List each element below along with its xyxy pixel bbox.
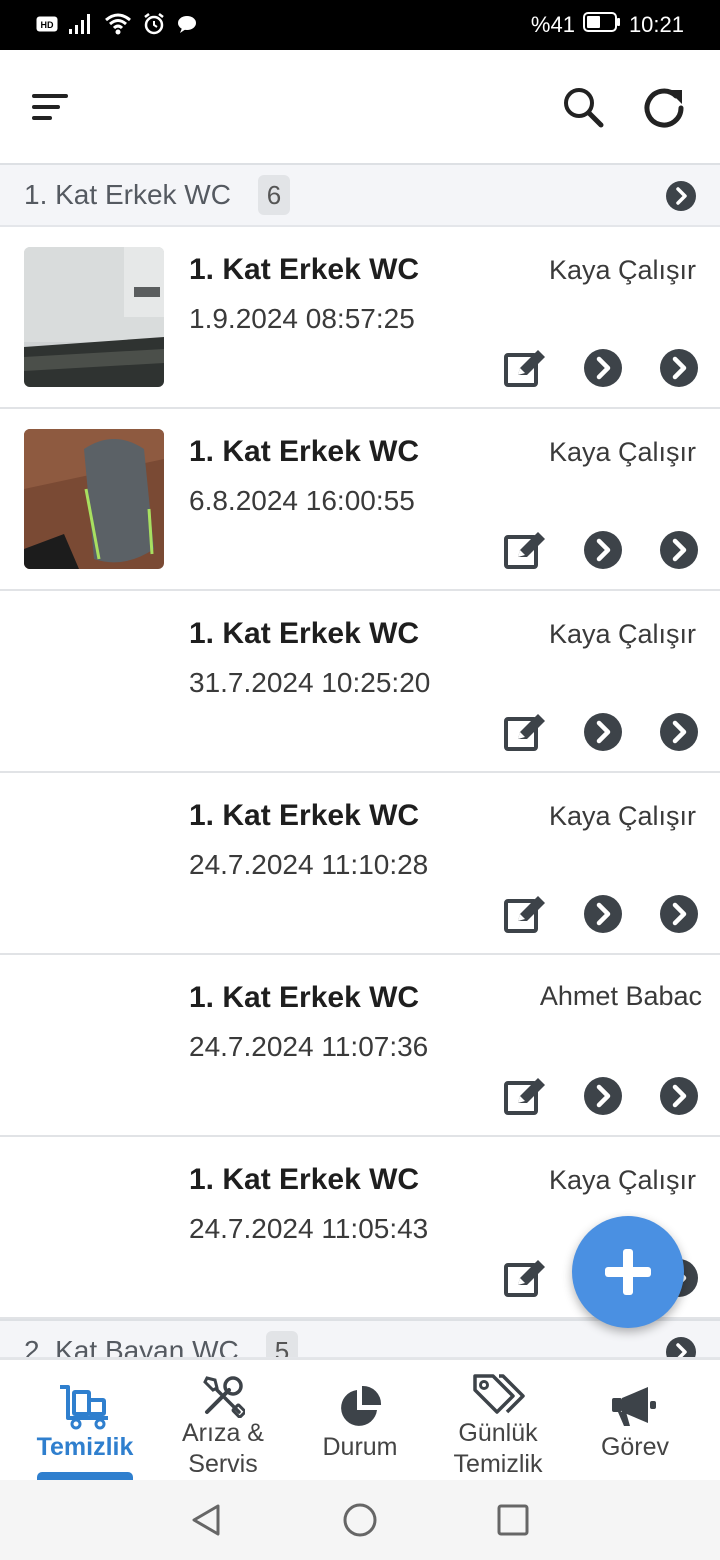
chevron-right-circle-icon[interactable] <box>584 531 624 571</box>
tags-icon <box>471 1372 525 1421</box>
back-triangle-icon[interactable] <box>188 1502 224 1538</box>
entry-user: Kaya Çalışır <box>548 1165 696 1195</box>
edit-icon[interactable] <box>504 713 545 753</box>
system-navigation-bar <box>0 1480 720 1560</box>
chevron-right-circle-icon[interactable] <box>584 713 624 753</box>
group-title: 1. Kat Erkek WC <box>24 179 231 210</box>
app-bar <box>0 50 720 163</box>
edit-icon[interactable] <box>504 349 545 389</box>
entry-date: 6.8.2024 16:00:55 <box>189 485 415 516</box>
group-count-badge: 6 <box>258 175 290 215</box>
home-circle-icon[interactable] <box>342 1502 378 1538</box>
menu-icon[interactable] <box>30 90 74 124</box>
entry-title: 1. Kat Erkek WC <box>189 799 420 832</box>
chevron-right-circle-icon[interactable] <box>660 895 700 935</box>
tab-label-line2: Servis <box>188 1450 258 1478</box>
chat-bubble-icon <box>176 14 198 39</box>
tab-gorev[interactable]: Görev <box>563 1360 707 1482</box>
edit-icon[interactable] <box>504 531 545 571</box>
status-time: 10:21 <box>628 12 684 37</box>
entry-date: 31.7.2024 10:25:20 <box>189 667 431 698</box>
entry-user: Kaya Çalışır <box>548 619 696 649</box>
group-header[interactable]: 1. Kat Erkek WC 6 <box>0 163 720 227</box>
bottom-tab-bar: Temizlik Arıza & Servis Durum Günlük Tem… <box>0 1358 720 1482</box>
edit-icon[interactable] <box>504 1077 545 1117</box>
plus-icon <box>605 1249 651 1295</box>
tab-label: Görev <box>600 1433 670 1461</box>
tab-durum[interactable]: Durum <box>288 1360 432 1482</box>
battery-percent: %41 <box>530 12 575 37</box>
megaphone-icon <box>610 1384 660 1433</box>
status-bar: HD %41 10:21 <box>0 0 720 50</box>
list-item[interactable]: 1. Kat Erkek WC 1.9.2024 08:57:25 Kaya Ç… <box>0 227 720 409</box>
chevron-right-circle-icon[interactable] <box>666 181 696 211</box>
chevron-right-circle-icon[interactable] <box>660 531 700 571</box>
entry-date: 24.7.2024 11:05:43 <box>189 1213 429 1244</box>
entry-user: Kaya Çalışır <box>548 437 696 467</box>
entry-date: 1.9.2024 08:57:25 <box>189 303 415 334</box>
photo-thumbnail[interactable] <box>24 429 164 569</box>
entry-title: 1. Kat Erkek WC <box>189 617 420 650</box>
list-item[interactable]: 1. Kat Erkek WC 31.7.2024 10:25:20 Kaya … <box>0 591 720 773</box>
list-item[interactable]: 1. Kat Erkek WC 24.7.2024 11:10:28 Kaya … <box>0 773 720 955</box>
tab-label-line2: Temizlik <box>453 1450 543 1478</box>
refresh-icon[interactable] <box>638 82 690 134</box>
chevron-right-circle-icon[interactable] <box>666 1337 696 1357</box>
cleaning-cart-icon <box>58 1384 112 1435</box>
group-count-badge: 5 <box>266 1331 298 1357</box>
entry-user: Kaya Çalışır <box>548 255 696 285</box>
tab-gunluk-temizlik[interactable]: Günlük Temizlik <box>426 1360 570 1482</box>
alarm-icon <box>142 12 166 41</box>
tools-icon <box>201 1374 247 1423</box>
edit-icon[interactable] <box>504 895 545 935</box>
entry-user: Ahmet Babac <box>539 981 702 1011</box>
list-item[interactable]: 1. Kat Erkek WC 6.8.2024 16:00:55 Kaya Ç… <box>0 409 720 591</box>
add-button[interactable] <box>572 1216 684 1328</box>
tab-label-line1: Arıza & <box>182 1419 264 1447</box>
chevron-right-circle-icon[interactable] <box>660 713 700 753</box>
chevron-right-circle-icon[interactable] <box>584 1077 624 1117</box>
chevron-right-circle-icon[interactable] <box>584 349 624 389</box>
recents-square-icon[interactable] <box>495 1502 531 1538</box>
edit-icon[interactable] <box>504 1259 545 1299</box>
search-icon[interactable] <box>560 84 606 130</box>
tab-ariza-servis[interactable]: Arıza & Servis <box>151 1360 295 1482</box>
signal-icon <box>68 13 94 40</box>
chevron-right-circle-icon[interactable] <box>584 895 624 935</box>
chevron-right-circle-icon[interactable] <box>660 1077 700 1117</box>
tab-label-line1: Günlük <box>458 1419 538 1447</box>
battery-icon <box>582 12 621 38</box>
pie-chart-icon <box>337 1384 383 1435</box>
group-title: 2. Kat Bayan WC <box>24 1335 239 1359</box>
photo-thumbnail[interactable] <box>24 247 164 387</box>
tab-temizlik[interactable]: Temizlik <box>13 1360 157 1482</box>
hd-icon: HD <box>36 16 58 37</box>
svg-text:HD: HD <box>41 20 54 30</box>
entry-date: 24.7.2024 11:10:28 <box>189 849 429 880</box>
wifi-icon <box>104 12 132 41</box>
tab-label: Temizlik <box>36 1433 134 1461</box>
entry-title: 1. Kat Erkek WC <box>189 981 420 1014</box>
chevron-right-circle-icon[interactable] <box>660 349 700 389</box>
entry-date: 24.7.2024 11:07:36 <box>189 1031 429 1062</box>
entry-user: Kaya Çalışır <box>548 801 696 831</box>
entry-title: 1. Kat Erkek WC <box>189 435 420 468</box>
entry-title: 1. Kat Erkek WC <box>189 1163 420 1196</box>
tab-label: Durum <box>322 1433 398 1461</box>
list-item[interactable]: 1. Kat Erkek WC 24.7.2024 11:07:36 Ahmet… <box>0 955 720 1137</box>
entry-title: 1. Kat Erkek WC <box>189 253 420 286</box>
